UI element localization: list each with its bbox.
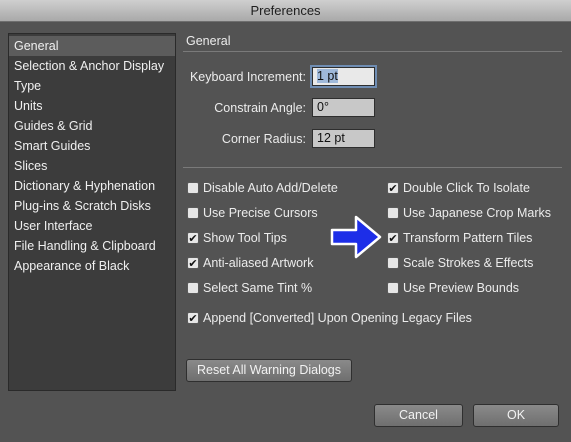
show-tool-tips-checkbox[interactable]: ✔	[187, 232, 199, 244]
sidebar-item-general[interactable]: General	[9, 36, 175, 56]
sidebar-item-type[interactable]: Type	[9, 76, 175, 96]
cancel-button[interactable]: Cancel	[374, 404, 463, 427]
section-title: General	[186, 34, 231, 48]
preferences-category-list[interactable]: General Selection & Anchor Display Type …	[8, 33, 176, 391]
append-converted-checkbox[interactable]: ✔	[187, 312, 199, 324]
sidebar-item-file-handling[interactable]: File Handling & Clipboard	[9, 236, 175, 256]
sidebar-item-slices[interactable]: Slices	[9, 156, 175, 176]
sidebar-item-user-interface[interactable]: User Interface	[9, 216, 175, 236]
corner-radius-field[interactable]: 12 pt	[312, 129, 375, 148]
append-converted-label: Append [Converted] Upon Opening Legacy F…	[203, 311, 472, 325]
options-divider	[183, 167, 562, 168]
show-tool-tips-label: Show Tool Tips	[203, 231, 287, 245]
preview-bounds-checkbox[interactable]	[387, 282, 399, 294]
precise-cursors-label: Use Precise Cursors	[203, 206, 318, 220]
keyboard-increment-field[interactable]: 1 pt	[312, 67, 375, 86]
disable-auto-add-checkbox[interactable]	[187, 182, 199, 194]
transform-pattern-label: Transform Pattern Tiles	[403, 231, 533, 245]
same-tint-label: Select Same Tint %	[203, 281, 313, 295]
scale-strokes-checkbox[interactable]	[387, 257, 399, 269]
constrain-angle-field[interactable]: 0°	[312, 98, 375, 117]
preview-bounds-label: Use Preview Bounds	[403, 281, 520, 295]
sidebar-item-smart-guides[interactable]: Smart Guides	[9, 136, 175, 156]
disable-auto-add-label: Disable Auto Add/Delete	[203, 181, 338, 195]
sidebar-item-units[interactable]: Units	[9, 96, 175, 116]
japanese-crop-label: Use Japanese Crop Marks	[403, 206, 551, 220]
sidebar-item-guides-grid[interactable]: Guides & Grid	[9, 116, 175, 136]
constrain-angle-label: Constrain Angle:	[214, 101, 306, 115]
anti-aliased-label: Anti-aliased Artwork	[203, 256, 314, 270]
anti-aliased-checkbox[interactable]: ✔	[187, 257, 199, 269]
corner-radius-label: Corner Radius:	[221, 132, 306, 146]
keyboard-increment-label: Keyboard Increment:	[189, 70, 306, 84]
double-click-isolate-label: Double Click To Isolate	[403, 181, 530, 195]
reset-warning-dialogs-button[interactable]: Reset All Warning Dialogs	[186, 359, 352, 382]
ok-button[interactable]: OK	[473, 404, 559, 427]
sidebar-item-dictionary[interactable]: Dictionary & Hyphenation	[9, 176, 175, 196]
scale-strokes-label: Scale Strokes & Effects	[403, 256, 534, 270]
window-title: Preferences	[0, 0, 571, 22]
precise-cursors-checkbox[interactable]	[187, 207, 199, 219]
sidebar-item-plugins[interactable]: Plug-ins & Scratch Disks	[9, 196, 175, 216]
double-click-isolate-checkbox[interactable]: ✔	[387, 182, 399, 194]
sidebar-item-appearance-black[interactable]: Appearance of Black	[9, 256, 175, 276]
sidebar-item-selection-anchor[interactable]: Selection & Anchor Display	[9, 56, 175, 76]
japanese-crop-checkbox[interactable]	[387, 207, 399, 219]
keyboard-increment-value: 1 pt	[317, 69, 338, 83]
transform-pattern-checkbox[interactable]: ✔	[387, 232, 399, 244]
same-tint-checkbox[interactable]	[187, 282, 199, 294]
section-divider	[183, 51, 562, 52]
arrow-annotation-icon	[330, 215, 382, 259]
